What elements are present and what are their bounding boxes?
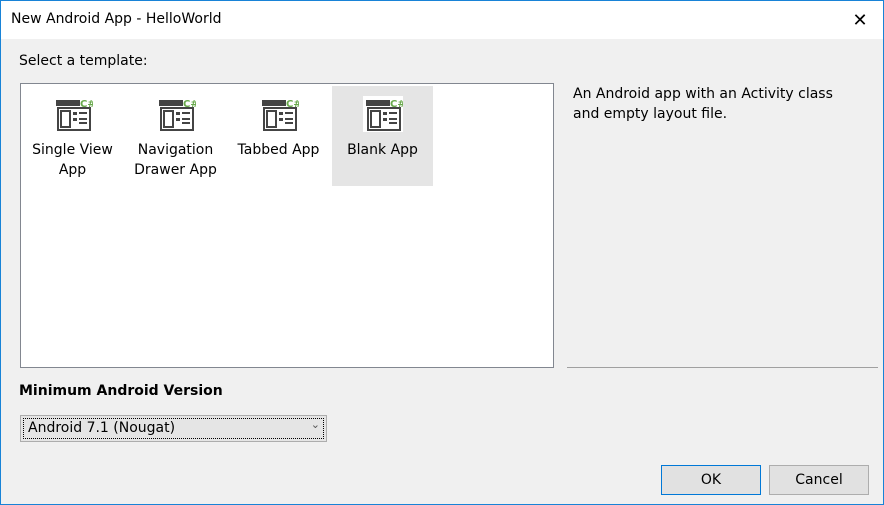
template-label: Blank App [332,140,433,160]
template-icon: C# [363,96,403,132]
cancel-button[interactable]: Cancel [769,465,869,495]
template-description: An Android app with an Activity class an… [573,84,863,124]
template-list: C# Single View App C# Navigation Drawer … [20,83,554,368]
min-version-value: Android 7.1 (Nougat) [28,420,175,436]
divider [567,367,878,368]
chevron-down-icon: ⌄ [311,418,320,431]
template-navigation-drawer-app[interactable]: C# Navigation Drawer App [125,86,226,186]
title-bar: New Android App - HelloWorld ✕ [1,1,883,39]
select-template-label: Select a template: [19,53,148,69]
template-blank-app[interactable]: C# Blank App [332,86,433,186]
template-label: Navigation Drawer App [125,140,226,180]
template-icon: C# [156,96,196,132]
close-button[interactable]: ✕ [837,1,883,39]
template-label: Single View App [22,140,123,180]
ok-button[interactable]: OK [661,465,761,495]
min-version-label: Minimum Android Version [19,383,223,399]
template-single-view-app[interactable]: C# Single View App [22,86,123,186]
min-version-select[interactable]: Android 7.1 (Nougat) ⌄ [20,415,327,442]
template-icon: C# [53,96,93,132]
dialog-window: New Android App - HelloWorld ✕ Select a … [0,0,884,505]
window-title: New Android App - HelloWorld [11,11,221,27]
template-label: Tabbed App [228,140,329,160]
template-tabbed-app[interactable]: C# Tabbed App [228,86,329,186]
close-icon: ✕ [852,10,867,31]
template-icon: C# [259,96,299,132]
